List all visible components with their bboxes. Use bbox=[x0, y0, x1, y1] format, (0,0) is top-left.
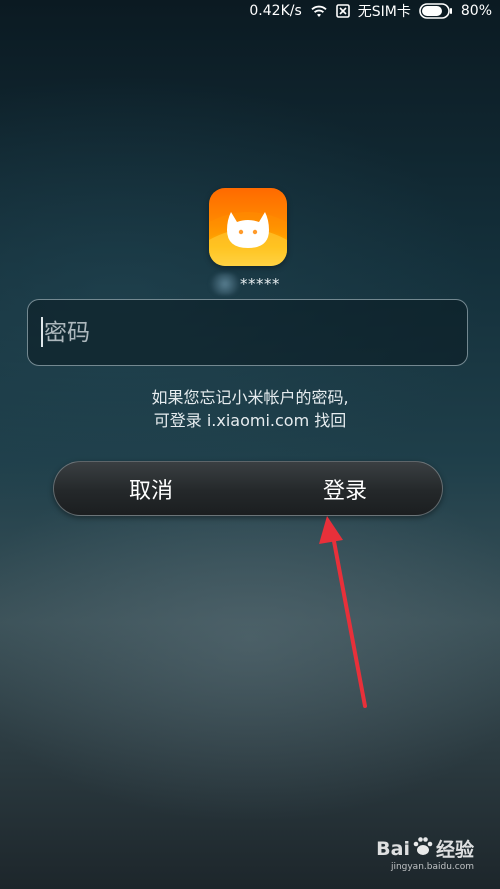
action-button-group: 取消 登录 bbox=[53, 461, 443, 516]
account-row: ***** bbox=[210, 273, 280, 295]
network-speed: 0.42K/s bbox=[249, 3, 302, 19]
text-cursor bbox=[41, 317, 43, 347]
password-field[interactable] bbox=[27, 299, 468, 366]
avatar bbox=[210, 273, 240, 295]
watermark-brand-right: 经验 bbox=[435, 839, 474, 861]
battery-icon bbox=[419, 3, 453, 19]
password-input[interactable] bbox=[42, 300, 456, 366]
login-button[interactable]: 登录 bbox=[248, 462, 442, 515]
status-right-group: 0.42K/s 无SIM卡 80% bbox=[249, 2, 492, 20]
mi-account-app-icon bbox=[209, 188, 287, 266]
no-sim-icon bbox=[335, 4, 350, 18]
watermark-brand-left: Bai bbox=[376, 837, 410, 860]
paw-icon bbox=[412, 835, 434, 862]
wifi-icon bbox=[310, 4, 328, 18]
sim-status: 无SIM卡 bbox=[357, 4, 411, 20]
cancel-button[interactable]: 取消 bbox=[54, 462, 248, 515]
mi-bunny-icon bbox=[209, 212, 287, 266]
hint-line-2: 可登录 i.xiaomi.com 找回 bbox=[153, 411, 347, 430]
annotation-arrow bbox=[319, 516, 367, 708]
forgot-password-hint: 如果您忘记小米帐户的密码, 可登录 i.xiaomi.com 找回 bbox=[0, 386, 500, 432]
masked-account-id: ***** bbox=[240, 275, 280, 293]
watermark-url: jingyan.baidu.com bbox=[390, 862, 474, 872]
baidu-jingyan-watermark: Bai 经验 jingyan.baidu.com bbox=[334, 835, 474, 875]
hint-line-1: 如果您忘记小米帐户的密码, bbox=[151, 388, 349, 407]
status-bar: 0.42K/s 无SIM卡 80% bbox=[0, 0, 500, 22]
battery-percent: 80% bbox=[460, 3, 492, 19]
